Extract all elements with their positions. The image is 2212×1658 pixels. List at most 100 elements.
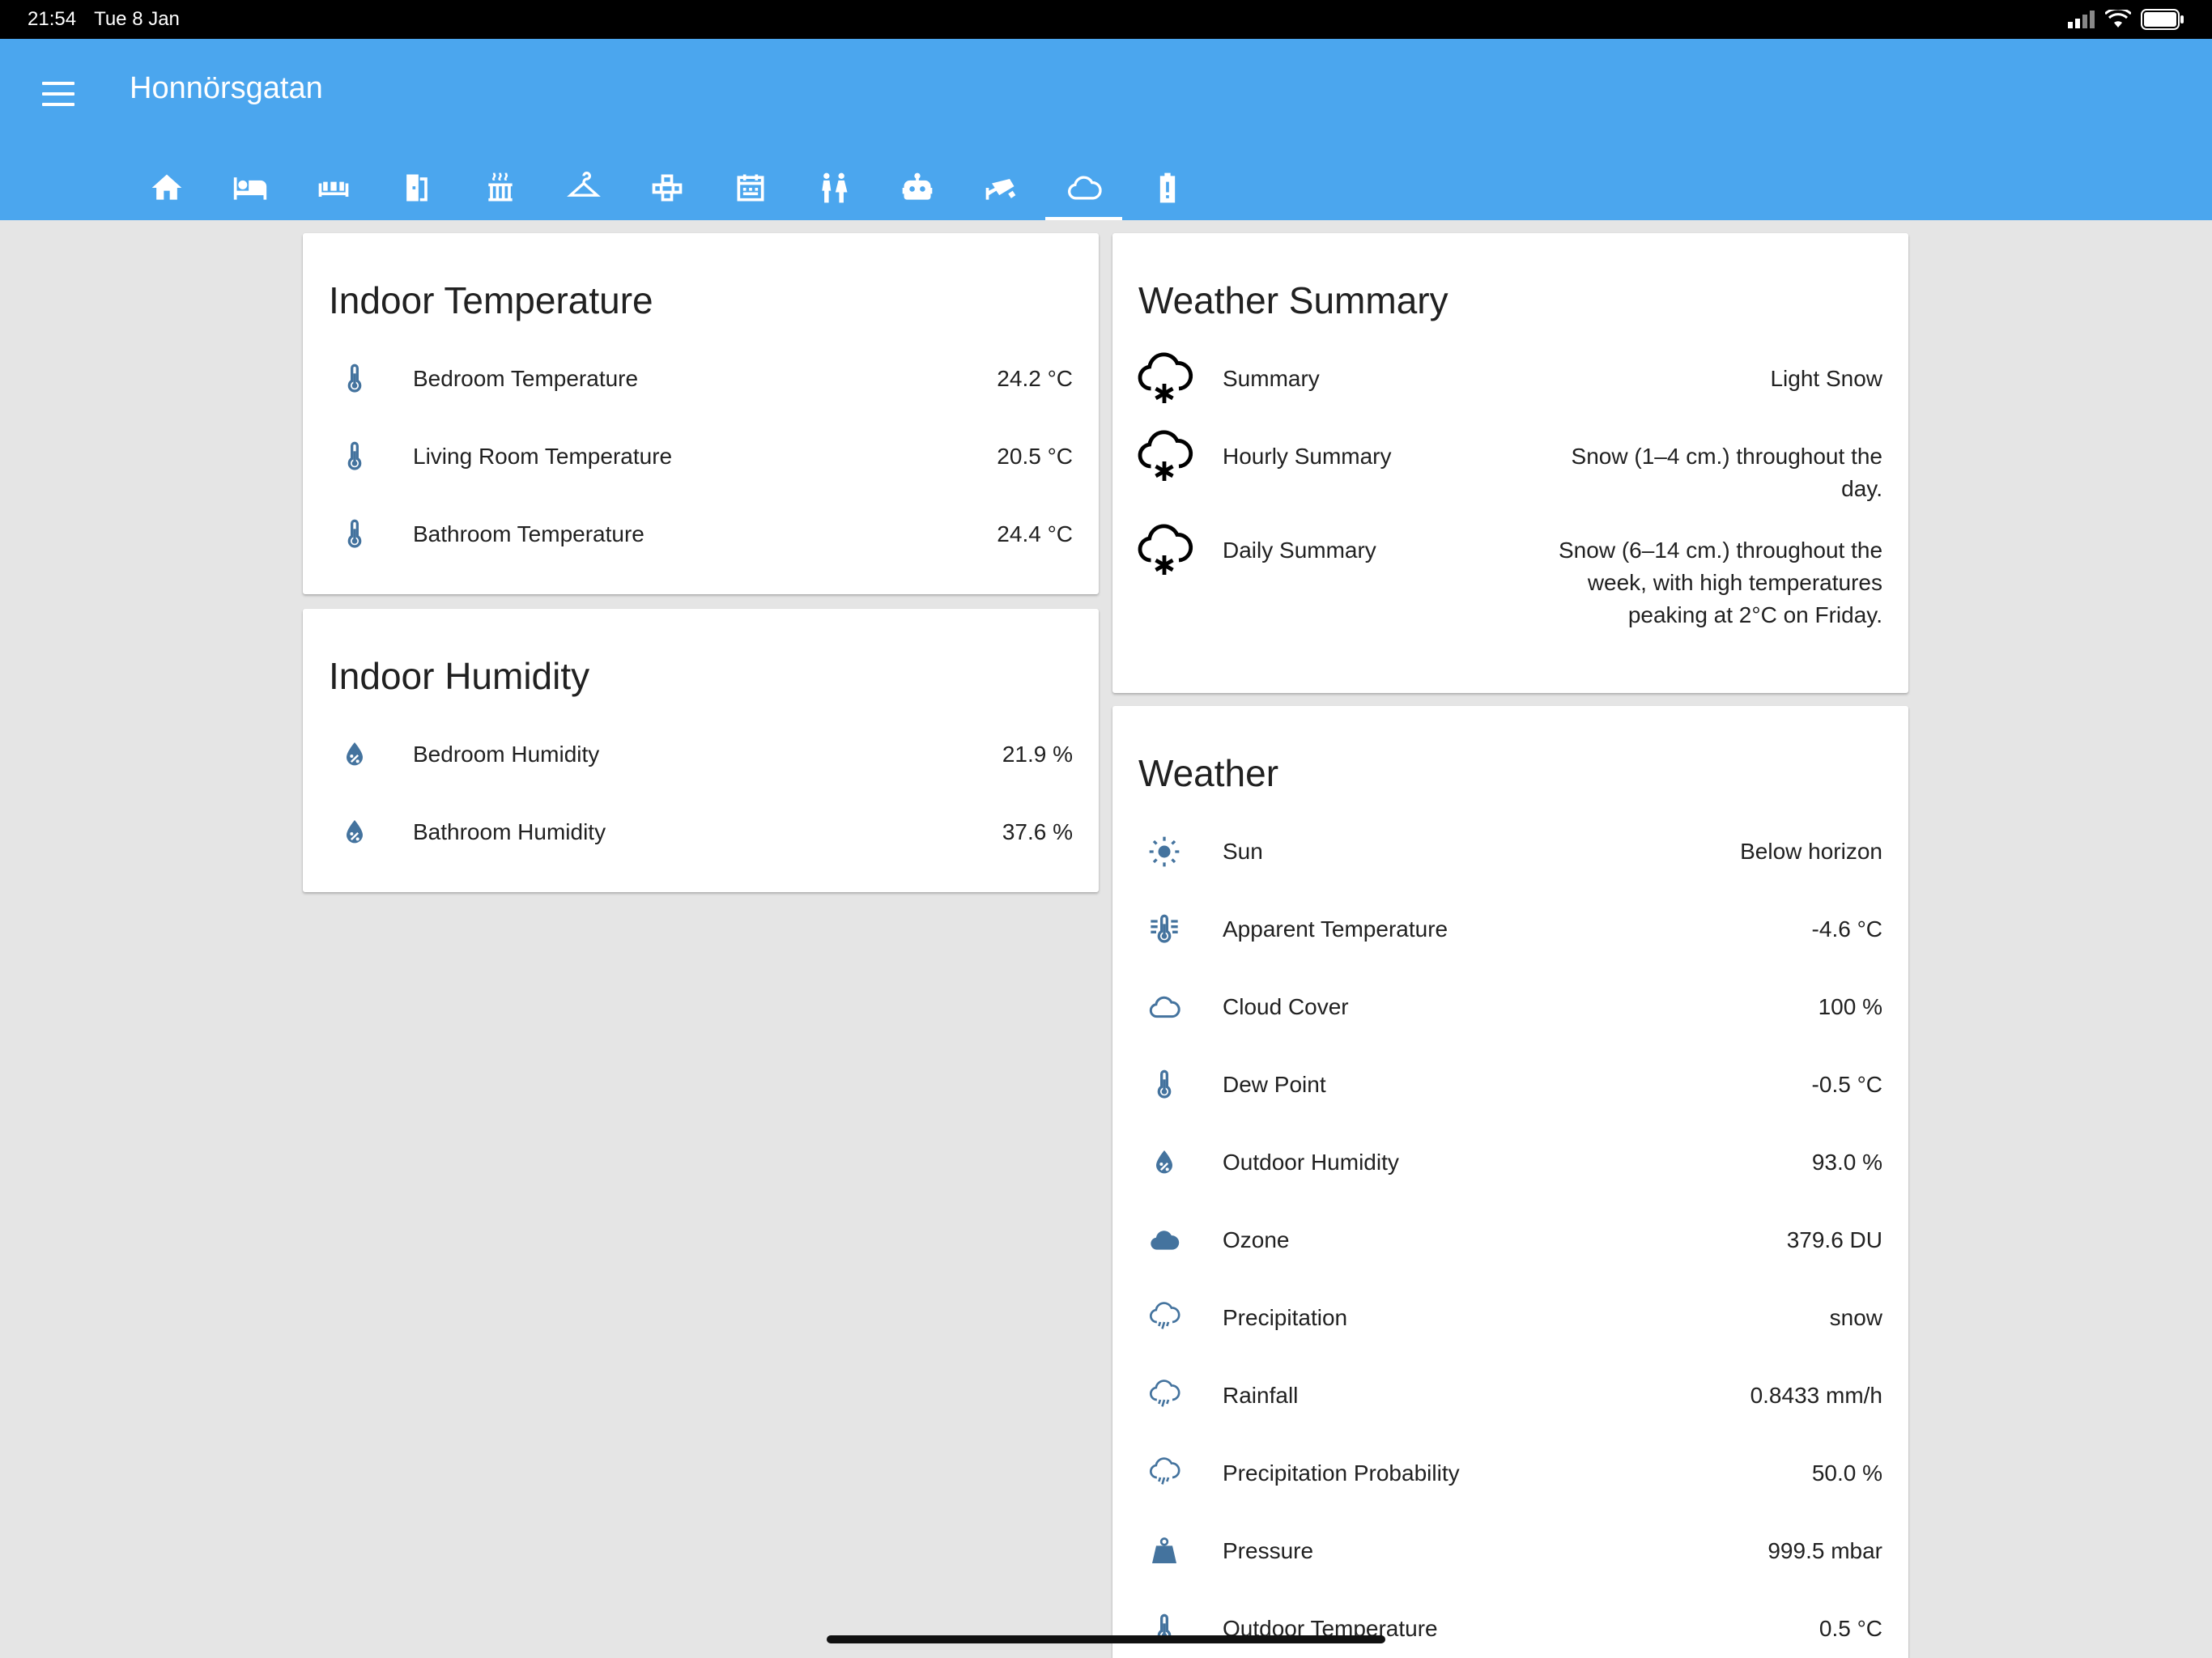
sensor-label: Rainfall	[1223, 1383, 1299, 1408]
sensor-row[interactable]: Precipitation Probability 50.0 %	[1138, 1454, 1882, 1493]
sensor-value: Snow (1–4 cm.) throughout the day.	[1571, 444, 1882, 501]
sensor-row[interactable]: Bathroom Temperature 24.4 °C	[329, 515, 1073, 554]
tab-robot[interactable]	[875, 152, 959, 220]
view-tabs	[125, 152, 1209, 220]
snowy-cloud-icon	[1135, 521, 1193, 580]
sensor-value: 24.4 °C	[997, 521, 1073, 546]
sensor-label: Hourly Summary	[1223, 444, 1392, 469]
sensor-value: 379.6 DU	[1786, 1227, 1882, 1252]
water-percent-icon	[1148, 1146, 1180, 1179]
sensor-row[interactable]: Sun Below horizon	[1138, 832, 1882, 871]
tab-heating[interactable]	[458, 152, 542, 220]
weather-card: Weather Sun Below horizon Apparent Tempe…	[1112, 706, 1908, 1658]
tab-people[interactable]	[792, 152, 875, 220]
status-bar: 21:54 Tue 8 Jan	[0, 0, 2212, 39]
sensor-label: Ozone	[1223, 1227, 1290, 1252]
sensor-row[interactable]: Precipitation snow	[1138, 1299, 1882, 1337]
indoor-humidity-card: Indoor Humidity Bedroom Humidity 21.9 % …	[303, 609, 1099, 892]
sensor-row[interactable]: Bathroom Humidity 37.6 %	[329, 813, 1073, 852]
sensor-row[interactable]: Ozone 379.6 DU	[1138, 1221, 1882, 1260]
sensor-value: 0.8433 mm/h	[1750, 1383, 1882, 1408]
sensor-value: 50.0 %	[1811, 1460, 1882, 1486]
cctv-icon	[985, 179, 1015, 200]
tab-living-room[interactable]	[291, 152, 375, 220]
sensor-value: 0.5 °C	[1819, 1616, 1882, 1641]
sun-icon	[1148, 835, 1180, 868]
water-percent-icon	[338, 738, 371, 771]
sensor-row[interactable]: Cloud Cover 100 %	[1138, 988, 1882, 1027]
wifi-icon	[2105, 10, 2131, 28]
tab-security[interactable]	[959, 152, 1042, 220]
page-title: Honnörsgatan	[130, 71, 323, 105]
home-icon	[151, 174, 181, 200]
status-date: Tue 8 Jan	[94, 8, 180, 30]
sensor-row[interactable]: Bedroom Temperature 24.2 °C	[329, 359, 1073, 398]
people-icon	[821, 172, 847, 203]
card-title: Weather Summary	[1138, 279, 1448, 321]
card-title: Indoor Humidity	[329, 655, 590, 697]
sensor-row[interactable]: Hourly Summary Snow (1–4 cm.) throughout…	[1138, 431, 1882, 505]
tab-home[interactable]	[125, 152, 208, 220]
tab-wardrobe[interactable]	[542, 152, 625, 220]
thermometer-icon	[338, 363, 371, 395]
snowy-cloud-icon	[1135, 350, 1193, 408]
indoor-temperature-card: Indoor Temperature Bedroom Temperature 2…	[303, 233, 1099, 594]
bed-icon	[233, 177, 266, 200]
door-icon	[406, 174, 428, 202]
home-indicator[interactable]	[827, 1635, 1385, 1643]
battery-alert-icon	[1159, 172, 1175, 203]
sensor-row[interactable]: Living Room Temperature 20.5 °C	[329, 437, 1073, 476]
sensor-value: Snow (6–14 cm.) throughout the week, wit…	[1559, 538, 1883, 627]
sensor-value: -4.6 °C	[1811, 916, 1882, 942]
app-header: Honnörsgatan	[0, 39, 2212, 220]
sensor-label: Daily Summary	[1223, 538, 1376, 563]
tab-network[interactable]	[625, 152, 708, 220]
sensor-value: 999.5 mbar	[1767, 1538, 1882, 1563]
sensor-label: Cloud Cover	[1223, 994, 1349, 1019]
cloud-icon	[1067, 176, 1102, 200]
menu-icon[interactable]	[40, 78, 76, 110]
sensor-label: Summary	[1223, 366, 1320, 391]
hanger-icon	[566, 172, 601, 197]
water-percent-icon	[338, 816, 371, 848]
sensor-value: Below horizon	[1740, 839, 1882, 864]
tab-kitchen[interactable]	[708, 152, 792, 220]
thermometer-lines-icon	[1148, 913, 1180, 946]
sensor-value: 93.0 %	[1811, 1150, 1882, 1175]
sensor-value: 21.9 %	[1002, 742, 1073, 767]
sensor-row[interactable]: Dew Point -0.5 °C	[1138, 1065, 1882, 1104]
card-title: Indoor Temperature	[329, 279, 653, 321]
sensor-label: Dew Point	[1223, 1072, 1326, 1097]
sensor-row[interactable]: Apparent Temperature -4.6 °C	[1138, 910, 1882, 949]
sensor-row[interactable]: Outdoor Humidity 93.0 %	[1138, 1143, 1882, 1182]
battery-icon	[2141, 9, 2184, 30]
card-title: Weather	[1138, 752, 1279, 794]
sensor-label: Bathroom Humidity	[413, 819, 606, 844]
robot-icon	[902, 172, 932, 200]
thermometer-icon	[1148, 1069, 1180, 1101]
tab-bedroom[interactable]	[208, 152, 291, 220]
sensor-label: Living Room Temperature	[413, 444, 673, 469]
sensor-row[interactable]: Bedroom Humidity 21.9 %	[329, 735, 1073, 774]
cloud-filled-icon	[1148, 1224, 1180, 1256]
snowy-cloud-icon	[1135, 427, 1193, 486]
sensor-value: 24.2 °C	[997, 366, 1073, 391]
weather-rainy-icon	[1148, 1380, 1180, 1412]
sensor-label: Precipitation Probability	[1223, 1460, 1460, 1486]
sofa-icon	[318, 181, 348, 197]
status-time: 21:54	[28, 8, 77, 30]
sensor-value: 20.5 °C	[997, 444, 1073, 469]
sensor-row[interactable]: Pressure 999.5 mbar	[1138, 1532, 1882, 1571]
sensor-row[interactable]: Summary Light Snow	[1138, 353, 1882, 405]
tab-weather[interactable]	[1042, 152, 1125, 220]
sensor-value: 100 %	[1818, 994, 1882, 1019]
thermometer-icon	[338, 518, 371, 551]
radiator-icon	[487, 172, 513, 202]
tab-hallway[interactable]	[375, 152, 458, 220]
tab-battery[interactable]	[1125, 152, 1209, 220]
sensor-label: Apparent Temperature	[1223, 916, 1448, 942]
sensor-label: Bathroom Temperature	[413, 521, 644, 546]
sensor-row[interactable]: Daily Summary Snow (6–14 cm.) throughout…	[1138, 525, 1882, 631]
sensor-row[interactable]: Rainfall 0.8433 mm/h	[1138, 1376, 1882, 1415]
sensor-value: Light Snow	[1770, 366, 1882, 391]
